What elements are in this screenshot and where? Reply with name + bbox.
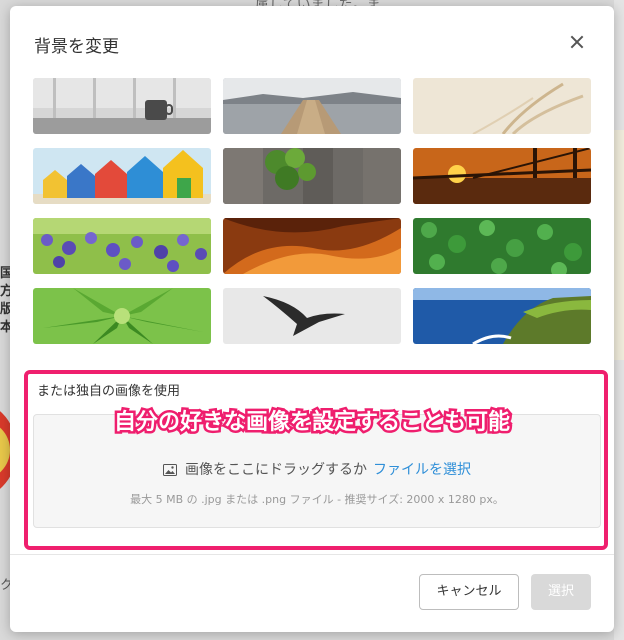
thumb-ivy-wood[interactable] (223, 148, 401, 204)
thumb-beach-huts[interactable] (33, 148, 211, 204)
thumb-succulent[interactable] (33, 288, 211, 344)
close-icon[interactable] (566, 32, 588, 54)
thumb-coast[interactable] (413, 288, 591, 344)
thumb-grass-soft[interactable] (413, 78, 591, 134)
thumb-lake-pier[interactable] (223, 78, 401, 134)
background-strip-yellow (614, 130, 624, 360)
annotation-highlight-box (24, 370, 608, 550)
thumb-clover[interactable] (413, 218, 591, 274)
select-button: 選択 (531, 574, 591, 610)
cancel-button[interactable]: キャンセル (419, 574, 519, 610)
thumb-lavender[interactable] (33, 218, 211, 274)
dialog-title: 背景を変更 (34, 37, 119, 57)
thumb-bridge-sunset[interactable] (413, 148, 591, 204)
thumb-canyon[interactable] (223, 218, 401, 274)
footer-divider (10, 554, 614, 555)
thumb-coffee-window[interactable] (33, 78, 211, 134)
annotation-caption: 自分の好きな画像を設定することも可能 (111, 408, 512, 438)
thumb-bird[interactable] (223, 288, 401, 344)
